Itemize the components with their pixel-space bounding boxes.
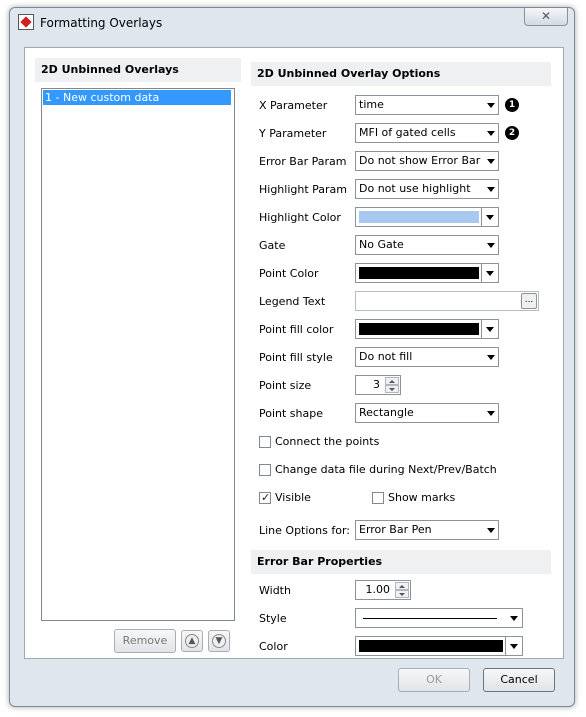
- highlight-color-swatch: [359, 211, 479, 223]
- line-options-label: Line Options for:: [259, 524, 350, 537]
- chevron-down-icon[interactable]: [481, 208, 498, 226]
- point-size-stepper[interactable]: 3: [355, 375, 401, 395]
- gate-label: Gate: [259, 239, 286, 252]
- width-value: 1.00: [365, 583, 391, 596]
- chevron-down-icon[interactable]: [505, 637, 522, 655]
- overlays-list[interactable]: 1 - New custom data: [41, 88, 235, 621]
- highlight-color-label: Highlight Color: [259, 211, 341, 224]
- spin-up-icon[interactable]: [395, 582, 409, 590]
- point-fill-color-label: Point fill color: [259, 323, 334, 336]
- point-fill-style-value: Do not fill: [359, 350, 413, 363]
- ok-button[interactable]: OK: [398, 668, 470, 692]
- show-marks-label: Show marks: [388, 491, 456, 504]
- error-bar-properties-header: Error Bar Properties: [251, 550, 551, 574]
- window-title: Formatting Overlays: [40, 16, 163, 30]
- ellipsis-button[interactable]: ...: [521, 293, 537, 309]
- chevron-down-icon[interactable]: [481, 264, 498, 282]
- highlight-param-label: Highlight Param: [259, 183, 348, 196]
- y-parameter-select[interactable]: MFI of gated cells: [355, 123, 499, 143]
- visible-checkbox[interactable]: [259, 491, 271, 504]
- change-data-file-label: Change data file during Next/Prev/Batch: [275, 463, 497, 476]
- overlays-panel: 2D Unbinned Overlays 1 - New custom data…: [35, 58, 241, 654]
- chevron-down-icon: [487, 243, 495, 248]
- title-bar: Formatting Overlays ✕: [10, 8, 574, 38]
- overlays-header: 2D Unbinned Overlays: [35, 58, 241, 82]
- options-panel: 2D Unbinned Overlay Options X Parameter …: [251, 58, 551, 656]
- chevron-down-icon: [487, 159, 495, 164]
- spin-down-icon[interactable]: [385, 385, 399, 393]
- point-fill-color-picker[interactable]: [355, 319, 499, 339]
- error-bar-param-value: Do not show Error Bar: [359, 154, 481, 167]
- point-fill-color-swatch: [359, 323, 479, 335]
- solid-line-preview: [363, 618, 497, 619]
- legend-text-label: Legend Text: [259, 295, 326, 308]
- highlight-color-picker[interactable]: [355, 207, 499, 227]
- dialog-body: 2D Unbinned Overlays 1 - New custom data…: [24, 47, 564, 659]
- y-parameter-label: Y Parameter: [259, 127, 327, 140]
- point-shape-label: Point shape: [259, 407, 324, 420]
- error-bar-color-picker[interactable]: [355, 636, 523, 656]
- callout-badge-1: 1: [505, 98, 519, 112]
- point-fill-style-label: Point fill style: [259, 351, 333, 364]
- point-size-value: 3: [373, 378, 380, 391]
- x-parameter-select[interactable]: time: [355, 95, 499, 115]
- highlight-param-value: Do not use highlight: [359, 182, 471, 195]
- point-shape-value: Rectangle: [359, 406, 414, 419]
- error-bar-color-swatch: [359, 640, 503, 652]
- connect-points-label: Connect the points: [275, 435, 380, 448]
- list-item[interactable]: 1 - New custom data: [43, 90, 231, 105]
- style-label: Style: [259, 612, 287, 625]
- point-color-label: Point Color: [259, 267, 319, 280]
- chevron-down-icon: [487, 187, 495, 192]
- arrow-down-icon: ▼: [212, 634, 226, 648]
- arrow-up-icon: ▲: [185, 634, 199, 648]
- legend-text-input[interactable]: ...: [355, 291, 539, 311]
- connect-points-checkbox[interactable]: [259, 436, 271, 448]
- spin-down-icon[interactable]: [395, 590, 409, 598]
- error-bar-param-select[interactable]: Do not show Error Bar: [355, 151, 499, 171]
- change-data-file-checkbox[interactable]: [259, 464, 271, 476]
- point-shape-select[interactable]: Rectangle: [355, 403, 499, 423]
- point-fill-style-select[interactable]: Do not fill: [355, 347, 499, 367]
- x-parameter-label: X Parameter: [259, 99, 328, 112]
- width-label: Width: [259, 584, 291, 597]
- y-parameter-value: MFI of gated cells: [359, 126, 456, 139]
- move-up-button[interactable]: ▲: [181, 630, 203, 652]
- point-color-swatch: [359, 267, 479, 279]
- gate-value: No Gate: [359, 238, 404, 251]
- chevron-down-icon: [487, 103, 495, 108]
- chevron-down-icon: [487, 131, 495, 136]
- visible-label: Visible: [275, 491, 311, 504]
- color-label: Color: [259, 640, 288, 653]
- highlight-param-select[interactable]: Do not use highlight: [355, 179, 499, 199]
- width-stepper[interactable]: 1.00: [355, 580, 411, 600]
- gate-select[interactable]: No Gate: [355, 235, 499, 255]
- point-color-picker[interactable]: [355, 263, 499, 283]
- chevron-down-icon: [510, 616, 518, 621]
- spin-up-icon[interactable]: [385, 377, 399, 385]
- options-header: 2D Unbinned Overlay Options: [251, 62, 551, 86]
- cancel-button[interactable]: Cancel: [483, 668, 555, 692]
- chevron-down-icon[interactable]: [481, 320, 498, 338]
- close-button[interactable]: ✕: [524, 8, 568, 26]
- remove-button[interactable]: Remove: [114, 629, 176, 653]
- chevron-down-icon: [487, 411, 495, 416]
- line-style-select[interactable]: [355, 608, 523, 628]
- move-down-button[interactable]: ▼: [208, 630, 230, 652]
- callout-badge-2: 2: [505, 126, 519, 140]
- point-size-label: Point size: [259, 379, 312, 392]
- x-parameter-value: time: [359, 98, 384, 111]
- line-options-value: Error Bar Pen: [359, 523, 432, 536]
- chevron-down-icon: [487, 528, 495, 533]
- show-marks-checkbox[interactable]: [372, 492, 384, 504]
- chevron-down-icon: [487, 355, 495, 360]
- error-bar-param-label: Error Bar Param: [259, 155, 347, 168]
- app-icon: [18, 14, 34, 30]
- formatting-overlays-dialog: Formatting Overlays ✕ 2D Unbinned Overla…: [9, 7, 575, 707]
- line-options-select[interactable]: Error Bar Pen: [355, 520, 499, 540]
